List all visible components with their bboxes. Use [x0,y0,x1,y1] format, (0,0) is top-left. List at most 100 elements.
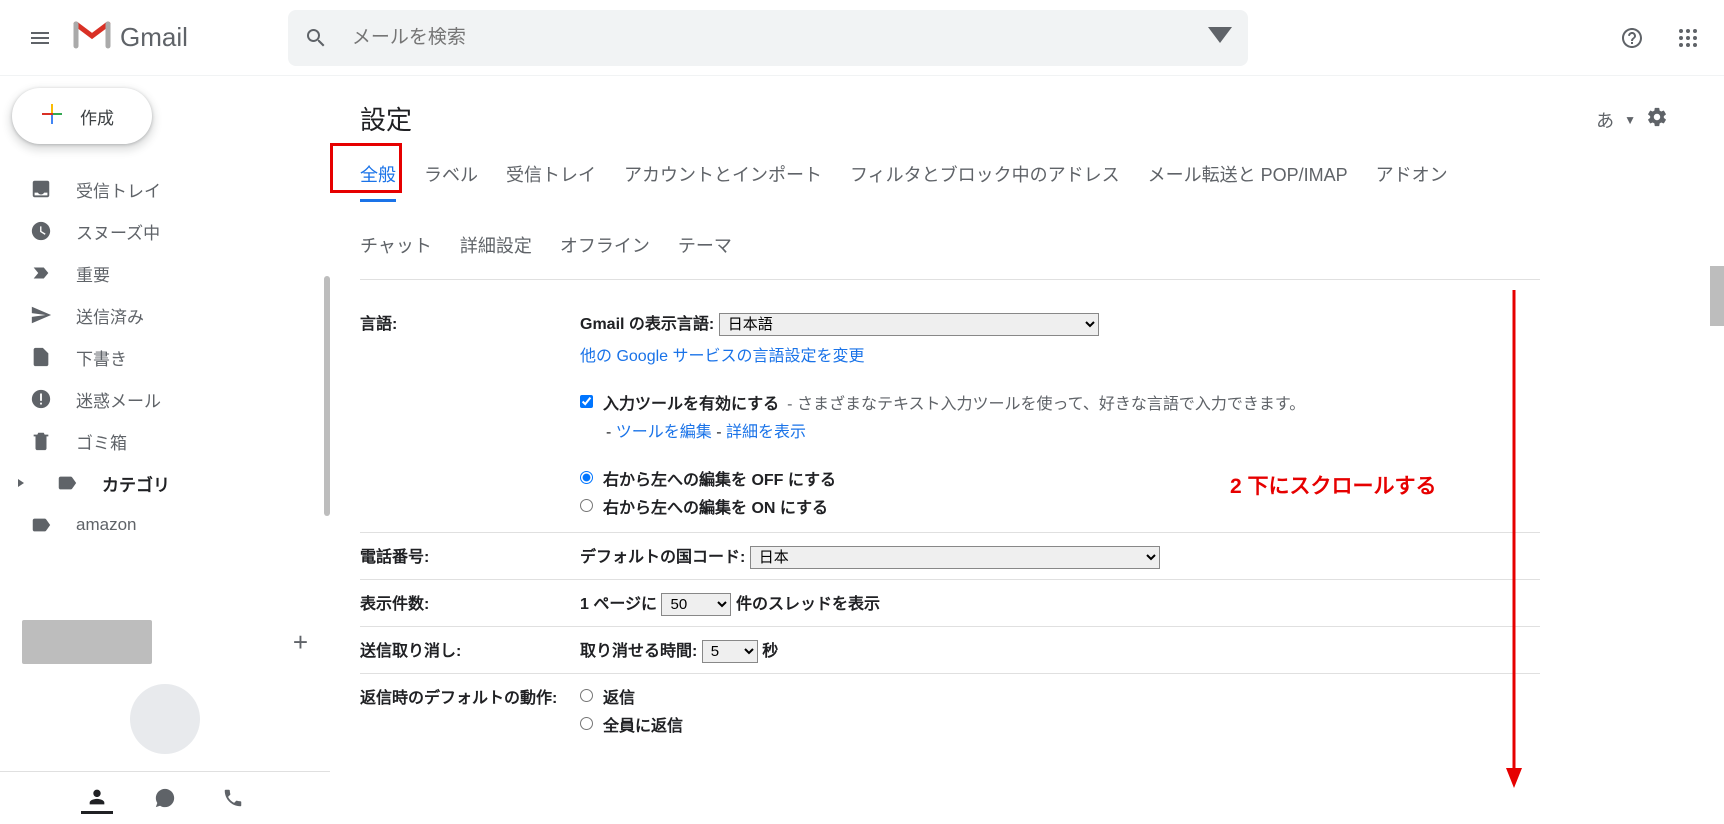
nav-label: 重要 [76,261,110,286]
hangouts-bubble-icon [130,684,200,754]
reply-radio[interactable] [580,689,593,702]
trash-icon [30,430,52,452]
nav-label: 受信トレイ [76,177,161,202]
hangouts-contacts-tab[interactable] [81,782,113,814]
edit-tool-link[interactable]: ツールを編集 [616,424,712,441]
help-button[interactable] [1612,18,1652,58]
search-box[interactable] [288,10,1248,66]
dash-prefix: - [606,424,616,441]
inbox-icon [30,178,52,200]
nav-label: スヌーズ中 [76,219,160,244]
reply-all-radio[interactable] [580,717,593,730]
help-icon [1620,26,1644,50]
row-label-reply: 返信時のデフォルトの動作: [360,684,580,708]
row-label-undo: 送信取り消し: [360,637,580,661]
enable-ime-desc: - さまざまなテキスト入力ツールを使って、好きな言語で入力できます。 [787,390,1305,414]
enable-ime-checkbox[interactable] [580,395,593,408]
gmail-logo-text: Gmail [120,22,188,53]
gmail-logo[interactable]: Gmail [72,17,188,59]
nav-label: ゴミ箱 [76,429,127,454]
sidebar: 作成 受信トレイ スヌーズ中 重要 送信済み 下書き [0,76,330,824]
tab-addons[interactable]: アドオン [1376,159,1448,202]
triangle-down-icon [1208,23,1232,47]
input-method-indicator[interactable]: あ ▼ [1596,106,1668,133]
nav-drafts[interactable]: 下書き [0,336,330,378]
main-scrollbar[interactable] [1710,266,1724,326]
nav-sent[interactable]: 送信済み [0,294,330,336]
annotation-box-1 [330,143,402,193]
pagesize-prefix: 1 ページに [580,596,657,613]
search-icon [304,26,328,50]
enable-ime-label: 入力ツールを有効にする [603,390,779,414]
tab-forwarding[interactable]: メール転送と POP/IMAP [1148,159,1348,202]
hangouts-add-button[interactable]: + [293,627,308,658]
gear-icon [1646,106,1668,128]
hamburger-icon [28,26,52,50]
tab-labels[interactable]: ラベル [424,159,478,202]
country-code-select[interactable]: 日本 [750,546,1160,569]
rtl-off-radio[interactable] [580,471,593,484]
search-options-dropdown[interactable] [1208,23,1232,52]
hangouts-icon [154,787,176,809]
nav-label: 迷惑メール [76,387,161,412]
ime-label: あ [1596,107,1614,133]
reply-all-label: 全員に返信 [603,712,683,736]
nav-label: カテゴリ [102,471,170,496]
undo-prefix: 取り消せる時間: [580,643,697,660]
display-language-select[interactable]: 日本語 [719,313,1099,336]
tab-offline[interactable]: オフライン [560,230,650,270]
expand-icon [16,473,50,493]
hangouts-panel: + [0,610,330,764]
tab-themes[interactable]: テーマ [678,230,732,270]
important-icon [30,262,52,284]
tab-advanced[interactable]: 詳細設定 [460,230,532,270]
settings-gear-button[interactable] [1646,106,1668,133]
nav-snoozed[interactable]: スヌーズ中 [0,210,330,252]
nav-categories[interactable]: カテゴリ [0,462,330,504]
nav-important[interactable]: 重要 [0,252,330,294]
nav-trash[interactable]: ゴミ箱 [0,420,330,462]
hangouts-chat-tab[interactable] [149,782,181,814]
main-menu-button[interactable] [16,14,64,62]
page-title: 設定 [360,100,1724,137]
nav-label: 送信済み [76,303,144,328]
nav-spam[interactable]: 迷惑メール [0,378,330,420]
show-detail-link[interactable]: 詳細を表示 [726,424,806,441]
apps-button[interactable] [1668,18,1708,58]
send-icon [30,304,52,326]
tab-filters[interactable]: フィルタとブロック中のアドレス [850,159,1120,202]
plus-icon [40,102,64,131]
nav-list: 受信トレイ スヌーズ中 重要 送信済み 下書き 迷惑メール [0,168,330,546]
nav-label: 下書き [76,345,127,370]
search-input[interactable] [352,27,1208,49]
compose-button[interactable]: 作成 [12,88,152,144]
label-icon [56,472,78,494]
compose-label: 作成 [80,104,114,129]
triangle-down-icon: ▼ [1624,113,1636,127]
clock-icon [30,220,52,242]
reply-label: 返信 [603,684,635,708]
spam-icon [30,388,52,410]
label-icon [30,514,52,536]
rtl-on-radio[interactable] [580,499,593,512]
person-icon [86,786,108,808]
undo-select[interactable]: 5 [702,640,758,663]
hangouts-phone-tab[interactable] [217,782,249,814]
gmail-m-icon [72,17,112,59]
file-icon [30,346,52,368]
display-language-label: Gmail の表示言語: [580,316,714,333]
rtl-on-label: 右から左への編集を ON にする [603,494,828,518]
pagesize-suffix: 件のスレッドを表示 [736,596,880,613]
pagesize-select[interactable]: 50 [661,593,731,616]
nav-label: amazon [76,515,136,535]
nav-inbox[interactable]: 受信トレイ [0,168,330,210]
tab-chat[interactable]: チャット [360,230,432,270]
sep: - [712,424,726,441]
tab-accounts[interactable]: アカウントとインポート [624,159,822,202]
country-code-label: デフォルトの国コード: [580,549,745,566]
nav-label-amazon[interactable]: amazon [0,504,330,546]
rtl-off-label: 右から左への編集を OFF にする [603,466,836,490]
change-google-lang-link[interactable]: 他の Google サービスの言語設定を変更 [580,348,865,365]
tab-inbox[interactable]: 受信トレイ [506,159,596,202]
row-label-phone: 電話番号: [360,543,580,567]
